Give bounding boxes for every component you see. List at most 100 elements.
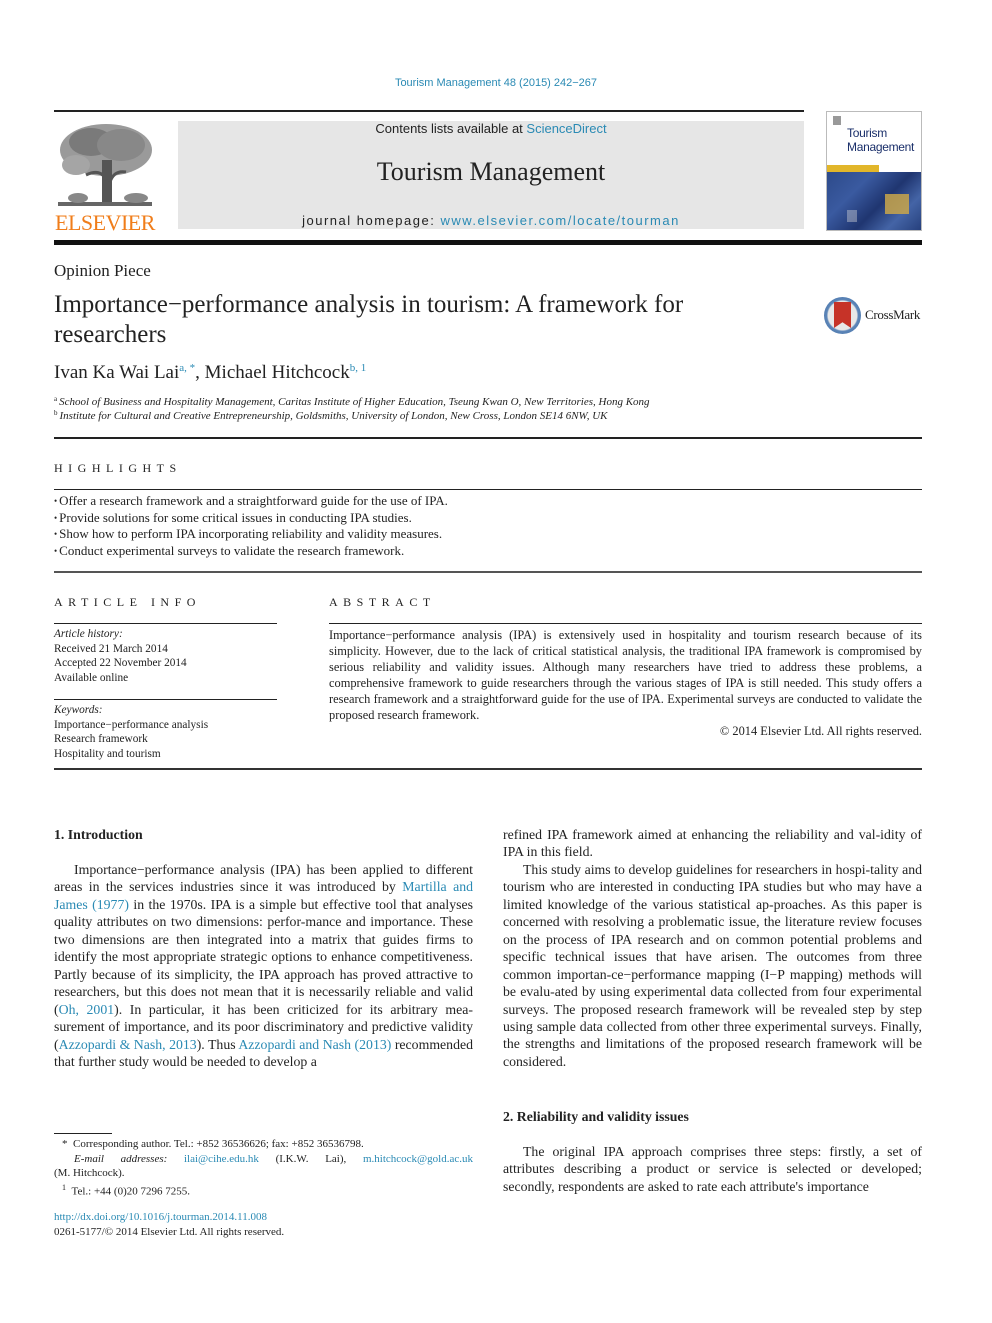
footnote-text: Corresponding author. Tel.: +852 3653662… [73,1138,364,1150]
journal-homepage-link[interactable]: www.elsevier.com/locate/tourman [440,213,679,228]
contents-prefix: Contents lists available at [375,121,527,136]
highlights-list: • Offer a research framework and a straig… [54,493,448,560]
header-rule [54,110,804,112]
footnote-text: Tel.: +44 (0)20 7296 7255. [71,1185,190,1198]
keyword: Research framework [54,733,148,745]
footnote-1: 1 Tel.: +44 (0)20 7296 7255. [54,1181,473,1199]
highlight-text: Show how to perform IPA incorporating re… [59,526,443,542]
email-addresses: E-mail addresses: ilai@cihe.edu.hk (I.K.… [54,1152,473,1167]
title-divider [54,437,922,439]
footnote-mark: 1 [62,1182,66,1192]
front-matter-bottom-rule [54,768,922,770]
cover-stripe [827,165,879,172]
cover-title-line2: Management [847,140,915,154]
highlight-item: • Conduct experimental surveys to validat… [54,543,448,560]
author-affiliation-link[interactable]: a, * [179,362,195,374]
highlight-text: Provide solutions for some critical issu… [59,509,412,525]
bullet-icon: • [54,546,58,557]
highlights-rule [54,489,922,490]
footnote-mark: * [62,1138,68,1150]
journal-citation[interactable]: Tourism Management 48 (2015) 242−267 [0,77,992,89]
body-column-left: Importance−performance analysis (IPA) ha… [54,861,473,1070]
paragraph: The original IPA approach comprises thre… [503,1144,922,1194]
journal-homepage-line: journal homepage: www.elsevier.com/locat… [178,213,804,228]
journal-masthead: Contents lists available at ScienceDirec… [178,121,804,229]
email-label: E-mail addresses: [74,1152,168,1165]
history-label: Article history: [54,628,123,640]
paragraph: Importance−performance analysis (IPA) ha… [54,861,473,1070]
highlight-item: • Provide solutions for some critical iss… [54,510,448,527]
journal-cover-image[interactable]: Tourism Management [826,111,922,231]
paragraph: This study aims to develop guidelines fo… [503,861,922,1069]
author-list: Ivan Ka Wai Laia, *, Michael Hitchcockb,… [54,362,366,384]
author-name: Ivan Ka Wai Lai [54,362,180,383]
highlights-bottom-rule [54,571,922,573]
bullet-icon: • [54,529,58,540]
abstract-copyright: © 2014 Elsevier Ltd. All rights reserved… [719,724,922,738]
affiliation-text: Institute for Cultural and Creative Entr… [59,410,608,422]
keyword: Importance−performance analysis [54,718,209,731]
highlight-item: • Show how to perform IPA incorporating r… [54,526,448,543]
sciencedirect-link[interactable]: ScienceDirect [526,121,606,136]
header-thick-rule [54,240,922,245]
footnotes: * Corresponding author. Tel.: +852 36536… [54,1137,473,1199]
abstract: Importance−performance analysis (IPA) is… [329,627,922,739]
bullet-icon: • [54,512,58,523]
journal-name: Tourism Management [376,157,606,186]
author-separator: , [195,362,205,383]
affiliation-text: School of Business and Hospitality Manag… [59,396,650,408]
keywords-label: Keywords: [54,704,103,716]
section-1-heading: 1. Introduction [54,827,143,842]
highlight-text: Conduct experimental surveys to validate… [59,543,405,559]
affiliation-a: a School of Business and Hospitality Mana… [54,395,650,408]
elsevier-wordmark: ELSEVIER [55,210,155,235]
history-received: Received 21 March 2014 [54,642,168,655]
text-run: in the 1970s. IPA is a simple but effect… [54,896,473,1017]
citation-link[interactable]: Oh, 2001 [59,1002,115,1017]
email-link[interactable]: ilai@cihe.edu.hk [184,1153,259,1165]
bullet-icon: • [54,496,58,506]
body-column-right: refined IPA framework aimed at enhancing… [503,826,922,1070]
affiliation-b: b Institute for Cultural and Creative Ent… [54,409,607,422]
crossmark-button[interactable]: CrossMark [824,295,944,337]
abstract-rule [329,623,922,624]
tree-logo-icon [58,124,152,206]
affiliation-mark: a [54,395,58,403]
history-available: Available online [54,671,129,684]
email-link[interactable]: m.hitchcock@gold.ac.uk [363,1153,473,1165]
elsevier-logo[interactable]: ELSEVIER [54,118,156,236]
keywords: Keywords: Importance−performance analysi… [54,703,277,761]
article-info-rule [54,623,277,624]
article-info-heading: ARTICLE INFO [54,595,201,609]
article-history: Article history: Received 21 March 2014 … [54,627,277,685]
cover-title: Tourism Management [847,126,914,154]
keywords-rule [54,699,277,700]
corresponding-author-note: * Corresponding author. Tel.: +852 36536… [54,1137,473,1152]
issn-copyright: 0261-5177/© 2014 Elsevier Ltd. All right… [54,1226,285,1238]
cover-title-line1: Tourism [847,126,887,140]
cover-logo-icon [833,116,841,125]
email-owner: (I.K.W. Lai), [258,1152,363,1165]
abstract-heading: ABSTRACT [329,595,436,609]
homepage-prefix: journal homepage: [302,213,441,228]
history-accepted: Accepted 22 November 2014 [54,657,187,669]
section-2-heading: 2. Reliability and validity issues [503,1109,689,1124]
doi-link[interactable]: http://dx.doi.org/10.1016/j.tourman.2014… [54,1210,284,1225]
doi-block: http://dx.doi.org/10.1016/j.tourman.2014… [54,1210,284,1240]
paragraph: refined IPA framework aimed at enhancing… [503,827,922,860]
affiliation-mark: b [54,409,58,417]
footnote-rule [54,1133,112,1134]
highlight-text: Offer a research framework and a straigh… [59,493,448,508]
keyword: Hospitality and tourism [54,747,161,760]
citation-link[interactable]: Azzopardi & Nash, 2013 [59,1037,197,1052]
author-affiliation-link[interactable]: b, 1 [350,362,367,374]
citation-link[interactable]: Azzopardi and Nash (2013) [238,1037,391,1052]
cover-photo [827,172,921,230]
highlights-heading: HIGHLIGHTS [54,461,182,475]
text-run: ). Thus [196,1036,239,1052]
highlight-item: • Offer a research framework and a straig… [54,493,448,510]
abstract-text: Importance−performance analysis (IPA) is… [329,628,922,722]
author-name: Michael Hitchcock [204,362,350,383]
body-column-right-s2: The original IPA approach comprises thre… [503,1143,922,1195]
article-type: Opinion Piece [54,261,151,280]
